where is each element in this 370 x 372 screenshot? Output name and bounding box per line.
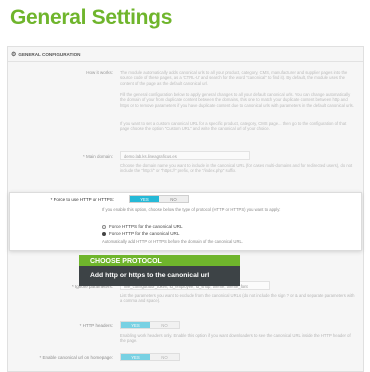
radio-force-http-label: Force HTTP for the canonical URL: [109, 231, 180, 236]
http-headers-toggle[interactable]: YES NO: [120, 321, 180, 329]
http-headers-label: * HTTP headers:: [79, 323, 113, 328]
http-headers-help: Enabling work headers only. Enable this …: [120, 333, 351, 344]
radio-force-https-label: Force HTTPS for the canonical URL: [109, 224, 183, 229]
page-title: General Settings: [10, 6, 173, 29]
how-it-works-text-1: The module automatically adds canonical …: [120, 70, 348, 86]
ignore-params-help: List the parameters you want to exclude …: [120, 293, 355, 304]
force-http-help-2: Automatically add HTTP or HTTPS before t…: [102, 239, 243, 244]
radio-unselected-icon: [102, 224, 106, 229]
http-headers-yes[interactable]: YES: [121, 322, 150, 328]
dimmed-form-lower: * Ignore parameters: live_configurator_t…: [8, 277, 363, 371]
how-it-works-text-3: If you want to set a custom canonical UR…: [120, 121, 347, 132]
homepage-toggle[interactable]: YES NO: [120, 353, 180, 361]
http-headers-no[interactable]: NO: [150, 322, 179, 328]
panel-heading: ⚙ GENERAL CONFIGURATION: [8, 47, 363, 62]
how-it-works-text-2: Fill the general configuration below to …: [120, 92, 354, 108]
homepage-label: * Enable canonical url on homepage:: [39, 355, 113, 360]
force-http-yes[interactable]: YES: [130, 196, 159, 202]
force-http-toggle[interactable]: YES NO: [129, 195, 189, 203]
gear-icon: ⚙: [11, 51, 17, 58]
how-it-works-label: How it works:: [86, 70, 113, 75]
radio-force-http[interactable]: Force HTTP for the canonical URL: [102, 231, 179, 236]
radio-force-https[interactable]: Force HTTPS for the canonical URL: [102, 224, 183, 229]
force-http-no[interactable]: NO: [159, 196, 188, 202]
force-http-help: If you enable this option, choose below …: [102, 207, 281, 212]
tooltip-title: CHOOSE PROTOCOL: [90, 258, 162, 265]
homepage-yes[interactable]: YES: [121, 354, 150, 360]
main-domain-label: * Main domain:: [82, 154, 113, 159]
panel-heading-text: GENERAL CONFIGURATION: [18, 51, 81, 57]
tooltip-callout: CHOOSE PROTOCOL Add http or https to the…: [79, 255, 240, 286]
force-protocol-row: * Force to use HTTP or HTTPS: YES NO If …: [9, 192, 362, 251]
main-domain-help: Choose the domain name you want to inclu…: [120, 163, 353, 174]
main-domain-input[interactable]: demo.lab.ks.lineagraficus.es: [120, 151, 250, 160]
homepage-no[interactable]: NO: [150, 354, 179, 360]
force-http-label: * Force to use HTTP or HTTPS:: [50, 197, 114, 202]
radio-selected-icon: [102, 231, 106, 236]
tooltip-body: Add http or https to the canonical url: [90, 272, 210, 279]
